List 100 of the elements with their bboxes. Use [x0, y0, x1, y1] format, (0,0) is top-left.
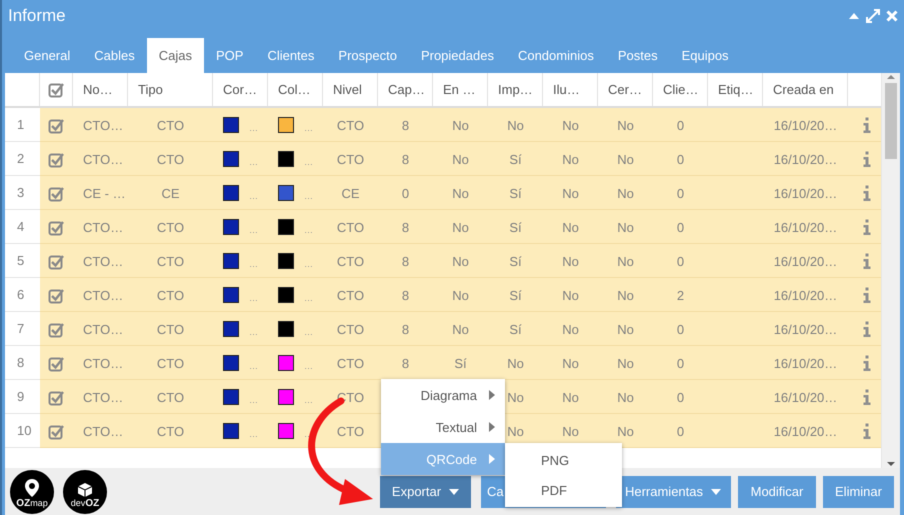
table-cell-text: Sí — [508, 286, 523, 304]
table-cell-text: … — [249, 429, 258, 441]
table-cell-text: 8 — [400, 286, 410, 304]
table-cell-text: … — [304, 327, 313, 339]
table-cell-text: 2 — [676, 286, 686, 304]
info-icon[interactable] — [862, 423, 870, 439]
table-cell-text: CTO — [156, 116, 186, 134]
info-icon[interactable] — [862, 117, 870, 133]
tab[interactable]: Cables — [82, 38, 147, 73]
logo-badge[interactable]: devOZ — [63, 470, 107, 514]
row-checkbox[interactable] — [48, 150, 65, 168]
column-header[interactable]: Clie… — [653, 73, 708, 106]
table-cell-text: CTO — [156, 218, 186, 236]
table-cell-text: CTO — [336, 320, 366, 338]
column-header[interactable]: Tipo — [128, 73, 213, 106]
table-cell-text: 0 — [676, 320, 686, 338]
row-checkbox[interactable] — [48, 184, 65, 202]
table-cell-text: No — [616, 354, 635, 372]
table-cell-text: CTO… — [82, 116, 124, 134]
tab[interactable]: Cajas — [146, 38, 204, 73]
row-checkbox[interactable] — [48, 388, 65, 406]
info-icon[interactable] — [862, 151, 870, 167]
table-row[interactable]: 4 CTO… CTO … … CTO 8 No Sí No No 0 16/10/20… — [5, 210, 881, 244]
column-header[interactable]: Cer… — [598, 73, 653, 106]
menu-item[interactable]: PNG — [505, 445, 622, 475]
tab[interactable]: Equipos — [670, 38, 741, 73]
table-cell-text: 8 — [400, 320, 410, 338]
table-cell-text: 8 — [400, 354, 410, 372]
column-header[interactable]: Cap… — [378, 73, 433, 106]
table-cell-text: CTO — [336, 150, 366, 168]
scroll-up-icon[interactable] — [886, 73, 896, 81]
select-all-checkbox[interactable] — [48, 81, 64, 98]
table-cell-text: No — [451, 150, 470, 168]
scrollbar-thumb[interactable] — [885, 83, 897, 159]
table-cell-text: No — [561, 286, 580, 304]
column-header[interactable]: Etiq… — [708, 73, 763, 106]
column-header[interactable]: En … — [433, 73, 488, 106]
table-cell-text: 16/10/20… — [772, 116, 838, 134]
row-checkbox[interactable] — [48, 422, 65, 440]
table-row[interactable]: 1 CTO… CTO … … CTO 8 No No No No 0 16/10/20… — [5, 108, 881, 142]
menu-item[interactable]: QRCode — [381, 443, 505, 475]
footer-button[interactable]: Eliminar — [823, 476, 894, 508]
table-cell-text: No — [616, 218, 635, 236]
close-icon[interactable] — [886, 10, 898, 22]
column-header[interactable]: Nivel — [323, 73, 378, 106]
info-icon[interactable] — [862, 355, 870, 371]
row-checkbox[interactable] — [48, 218, 65, 236]
column-header[interactable]: Col… — [268, 73, 323, 106]
table-cell-text: No — [451, 116, 470, 134]
menu-item[interactable]: Textual — [381, 411, 505, 443]
tab[interactable]: General — [12, 38, 82, 73]
menu-item[interactable]: Diagrama — [381, 379, 505, 411]
info-icon[interactable] — [862, 185, 870, 201]
table-cell-text: 0 — [676, 116, 686, 134]
table-row[interactable]: 5 CTO… CTO … … CTO 8 No Sí No No 0 16/10/20… — [5, 244, 881, 278]
info-icon[interactable] — [862, 389, 870, 405]
table-cell-text: … — [249, 293, 258, 305]
table-cell-text: 16/10/20… — [772, 286, 838, 304]
tab[interactable]: Clientes — [255, 38, 326, 73]
row-checkbox[interactable] — [48, 252, 65, 270]
table-cell-text: 16/10/20… — [772, 320, 838, 338]
table-cell-text: CTO — [336, 252, 366, 270]
row-checkbox[interactable] — [48, 286, 65, 304]
row-checkbox[interactable] — [48, 320, 65, 338]
info-icon[interactable] — [862, 253, 870, 269]
footer-button[interactable]: Exportar — [380, 476, 471, 508]
table-cell-text: … — [249, 225, 258, 237]
table-row[interactable]: 2 CTO… CTO … … CTO 8 No Sí No No 0 16/10/20… — [5, 142, 881, 176]
table-row[interactable]: 6 CTO… CTO … … CTO 8 No Sí No No 2 16/10/20… — [5, 278, 881, 312]
table-cell-text: 16/10/20… — [772, 218, 838, 236]
maximize-icon[interactable] — [866, 9, 880, 23]
info-icon[interactable] — [862, 321, 870, 337]
column-header[interactable]: Creada en — [763, 73, 848, 106]
column-header[interactable]: Cor… — [213, 73, 268, 106]
table-cell-text: … — [249, 157, 258, 169]
column-header[interactable]: Imp… — [488, 73, 543, 106]
column-header[interactable]: No… — [73, 73, 128, 106]
table-cell-text: 0 — [676, 388, 686, 406]
table-cell-text: CTO — [336, 354, 366, 372]
table-cell-text: … — [249, 327, 258, 339]
table-cell-text: No — [506, 116, 525, 134]
tab[interactable]: Condominios — [506, 38, 606, 73]
tab[interactable]: Propiedades — [408, 38, 506, 73]
column-header[interactable]: Ilu… — [543, 73, 598, 106]
table-row[interactable]: 7 CTO… CTO … … CTO 8 No Sí No No 0 16/10/20… — [5, 312, 881, 346]
row-checkbox[interactable] — [48, 354, 65, 372]
info-icon[interactable] — [862, 219, 870, 235]
footer-button[interactable]: Modificar — [738, 476, 816, 508]
table-row[interactable]: 8 CTO… CTO … … CTO 8 Sí No No No 0 16/10/20… — [5, 346, 881, 380]
table-cell-text: … — [249, 123, 258, 135]
tab[interactable]: Postes — [606, 38, 670, 73]
row-checkbox[interactable] — [48, 116, 65, 134]
logo-badge[interactable]: OZmap — [10, 470, 54, 514]
collapse-icon[interactable] — [848, 12, 860, 20]
tab[interactable]: Prospecto — [326, 38, 409, 73]
table-cell-text: CTO… — [82, 388, 124, 406]
table-row[interactable]: 3 CE - … CE … … CE 0 No Sí No No 0 16/10/20… — [5, 176, 881, 210]
info-icon[interactable] — [862, 287, 870, 303]
footer-button[interactable]: Herramientas — [616, 476, 731, 508]
tab[interactable]: POP — [204, 38, 256, 73]
